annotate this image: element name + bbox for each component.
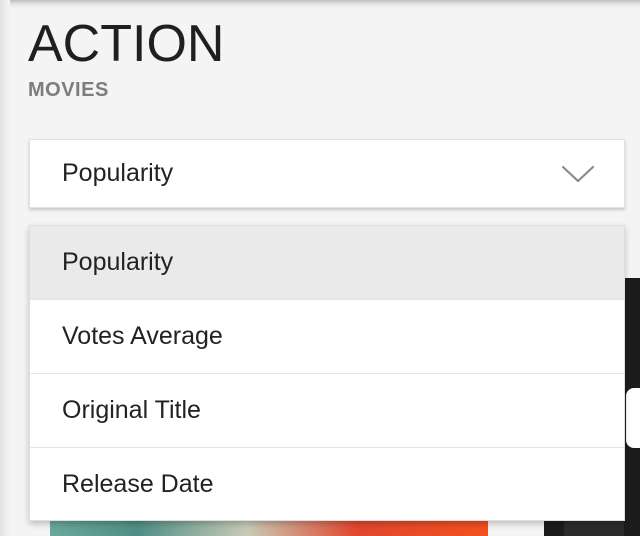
chevron-down-icon[interactable] bbox=[560, 160, 596, 186]
sort-option-release-date[interactable]: Release Date bbox=[30, 448, 624, 522]
sort-option-original-title[interactable]: Original Title bbox=[30, 374, 624, 448]
left-edge-shadow bbox=[0, 0, 10, 536]
sort-select-value: Popularity bbox=[62, 159, 174, 187]
sort-option-label: Votes Average bbox=[62, 322, 223, 350]
poster-fragment bbox=[626, 388, 640, 448]
sort-option-label: Original Title bbox=[62, 396, 201, 424]
top-shadow bbox=[0, 0, 640, 8]
sort-select[interactable]: Popularity bbox=[29, 139, 625, 208]
sort-option-votes-average[interactable]: Votes Average bbox=[30, 300, 624, 374]
sort-option-popularity[interactable]: Popularity bbox=[30, 226, 624, 300]
sort-option-label: Release Date bbox=[62, 470, 214, 498]
sort-option-label: Popularity bbox=[62, 248, 174, 276]
sort-options-menu: Popularity Votes Average Original Title … bbox=[29, 225, 625, 521]
page: ACTION MOVIES Popularity Popularity Vote… bbox=[0, 0, 640, 536]
page-title: ACTION bbox=[28, 15, 225, 73]
page-subtitle: MOVIES bbox=[28, 79, 109, 101]
